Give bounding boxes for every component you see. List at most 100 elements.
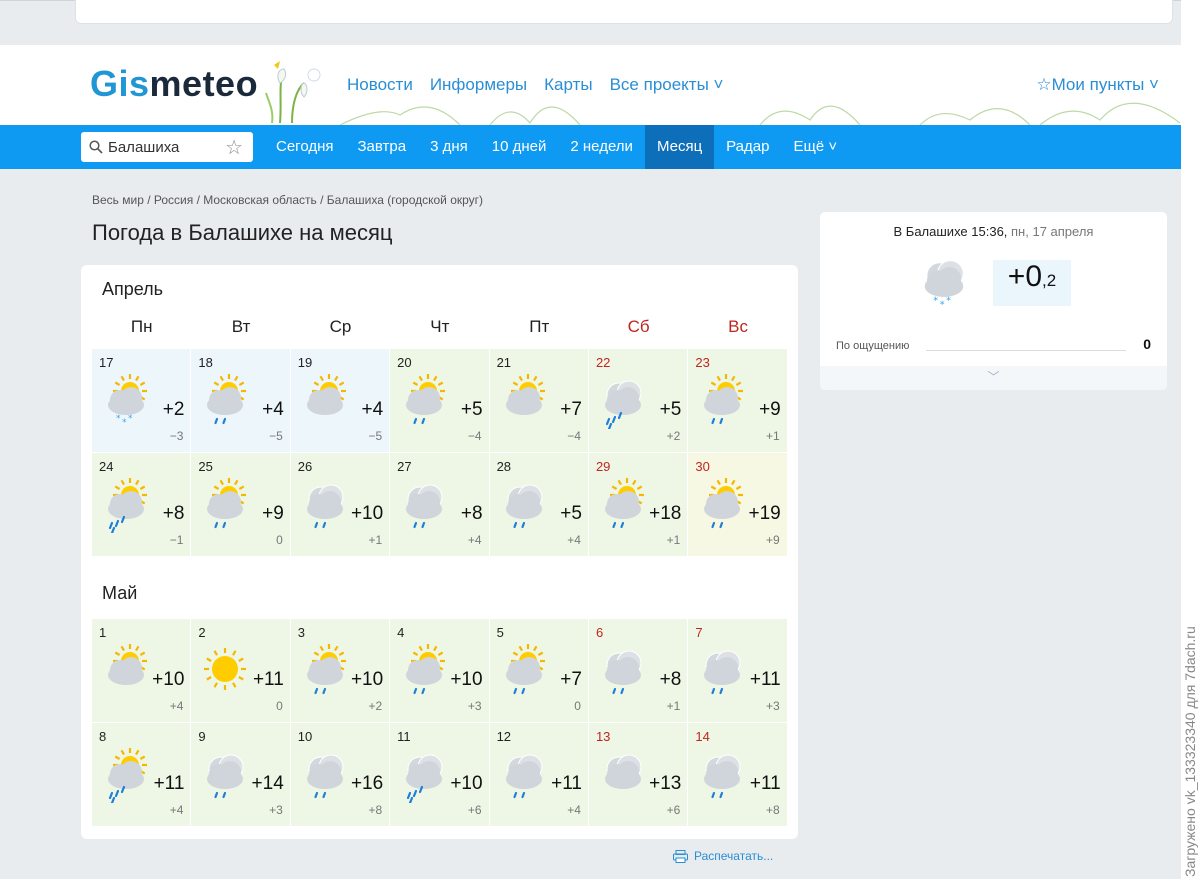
period-tabs: Сегодня Завтра 3 дня 10 дней 2 недели Месяц Ра…	[264, 125, 849, 169]
day-number: 4	[397, 625, 405, 640]
nav-news[interactable]: Новости	[347, 75, 413, 95]
temp-max: +14	[251, 773, 284, 794]
day-cell[interactable]: 29 +18 +1	[588, 453, 689, 557]
temp-max: +7	[560, 399, 582, 420]
day-number: 17	[99, 355, 114, 370]
weekday-5: Сб	[627, 317, 650, 336]
nav-maps[interactable]: Карты	[544, 75, 592, 95]
day-cell[interactable]: 13 +13 +6	[588, 723, 689, 827]
day-cell[interactable]: 14 +11 +8	[688, 723, 788, 827]
day-cell[interactable]: 11 +10 +6	[390, 723, 490, 827]
day-cell[interactable]: 10 +16 +8	[290, 723, 391, 827]
temp-min: +2	[368, 699, 383, 713]
tab-3[interactable]: 10 дней	[480, 125, 559, 169]
expand-chevron-icon[interactable]: ﹀	[820, 366, 1167, 390]
day-cell[interactable]: 23 +9 +1	[688, 349, 788, 453]
sun-cloud-rain-icon	[207, 478, 247, 529]
tab-1[interactable]: Завтра	[346, 125, 419, 169]
logo-part-2: meteo	[149, 63, 259, 104]
svg-text:*: *	[116, 414, 121, 424]
sun-cloud-rain-icon	[207, 374, 247, 425]
temp-min: −1	[169, 533, 184, 547]
favorite-star-icon[interactable]: ☆	[225, 135, 243, 160]
day-cell[interactable]: 26 +10 +1	[290, 453, 391, 557]
day-cell[interactable]: 19 +4 −5	[290, 349, 391, 453]
day-cell[interactable]: 20 +5 −4	[390, 349, 490, 453]
sun-cloud-rain-icon	[306, 644, 346, 695]
temp-max: +10	[350, 503, 384, 524]
day-cell[interactable]: 17 * * * +2 −3	[92, 349, 192, 453]
month-title-april: Апрель	[102, 279, 164, 299]
day-cell[interactable]: 2 +11 0	[191, 619, 291, 723]
my-points-link[interactable]: ☆Мои пункты ˅	[1036, 75, 1159, 95]
current-place-time: В Балашихе 15:36, пн, 17 апреля	[820, 224, 1167, 239]
printer-icon	[673, 849, 688, 863]
weekday-1: Вт	[231, 317, 251, 336]
watermark: Загружено vk_133323340 для 7dach.ru	[1182, 626, 1198, 877]
day-cell[interactable]: 4 +10 +3	[390, 619, 490, 723]
day-cell[interactable]: 6 +8 +1	[588, 619, 689, 723]
temp-max: +16	[350, 773, 384, 794]
tab-0[interactable]: Сегодня	[264, 125, 346, 169]
cloud-heavy-rain-icon	[604, 380, 642, 429]
weekday-0: Пн	[130, 317, 153, 336]
day-cell[interactable]: 8 +11 +4	[92, 723, 192, 827]
cloud-rain-icon	[704, 754, 741, 799]
day-cell[interactable]: 1 +10 +4	[92, 619, 192, 723]
day-cell[interactable]: 3 +10 +2	[290, 619, 391, 723]
day-number: 2	[198, 625, 206, 640]
temp-min: +4	[567, 803, 581, 817]
day-cell[interactable]: 5 +7 0	[489, 619, 589, 723]
search-input[interactable]: Балашиха ☆	[81, 132, 253, 162]
temp-min: 0	[276, 699, 283, 713]
tab-6[interactable]: Радар	[714, 125, 781, 169]
nav-informers[interactable]: Информеры	[430, 75, 527, 95]
logo[interactable]: Gismeteo	[90, 63, 258, 105]
nav-all-projects[interactable]: Все проекты ˅	[610, 75, 724, 95]
sun-cloud-rain-icon	[406, 644, 446, 695]
temp-min: −3	[169, 429, 184, 443]
day-number: 10	[297, 729, 313, 744]
temp-max: +4	[262, 399, 284, 420]
temp-min: +1	[666, 533, 681, 547]
day-cell[interactable]: 21 +7 −4	[489, 349, 589, 453]
cloud-icon	[604, 754, 642, 789]
tab-4[interactable]: 2 недели	[558, 125, 645, 169]
day-cell[interactable]: 28 +5 +4	[489, 453, 589, 557]
cloud-rain-icon	[704, 650, 741, 695]
day-cell[interactable]: 25 +9 0	[191, 453, 291, 557]
day-number: 9	[198, 729, 206, 744]
day-cell[interactable]: 24 +8 −1	[92, 453, 192, 557]
temp-min: +3	[269, 803, 283, 817]
day-cell[interactable]: 27 +8 +4	[390, 453, 490, 557]
day-number: 1	[99, 625, 107, 640]
weekday-6: Вс	[728, 317, 748, 336]
day-cell[interactable]: 30 +19 +9	[688, 453, 788, 557]
day-cell[interactable]: 22 +5 +2	[588, 349, 689, 453]
tab-2[interactable]: 3 дня	[418, 125, 480, 169]
feels-like-value: 0	[1143, 336, 1151, 352]
april-grid: 17 * * * +2 −3 18 +4 −5 19 +4 −5 20 +5 −4 21 +7 −4 22 +5 +2 2…	[92, 349, 788, 557]
feels-like-label: По ощущению	[836, 340, 910, 352]
main-navbar: Балашиха ☆ Сегодня Завтра 3 дня 10 дней 2 не…	[0, 125, 1181, 169]
day-number: 25	[198, 459, 213, 474]
day-number: 19	[297, 355, 313, 370]
day-number: 14	[695, 729, 710, 744]
sun-cloud-heavy-rain-icon	[108, 478, 147, 533]
monthly-calendar: Апрель Пн Вт Ср Чт Пт Сб Вс 17 * * * +2 −3 18 +4 −5 19 +…	[81, 265, 798, 839]
tab-7[interactable]: Ещё ˅	[781, 125, 849, 169]
day-cell[interactable]: 9 +14 +3	[191, 723, 291, 827]
day-number: 29	[595, 459, 611, 474]
day-cell[interactable]: 7 +11 +3	[688, 619, 788, 723]
tab-5[interactable]: Месяц	[644, 125, 715, 169]
temp-max: +5	[659, 399, 682, 420]
cloud-snow-icon: * **	[924, 260, 964, 311]
temp-min: −5	[269, 429, 283, 443]
print-link[interactable]: Распечатать...	[673, 849, 773, 863]
day-cell[interactable]: 12 +11 +4	[489, 723, 589, 827]
temp-min: +4	[169, 699, 184, 713]
day-number: 30	[695, 459, 710, 474]
day-cell[interactable]: 18 +4 −5	[191, 349, 291, 453]
temp-max: +7	[560, 669, 582, 690]
temp-min: 0	[276, 533, 283, 547]
